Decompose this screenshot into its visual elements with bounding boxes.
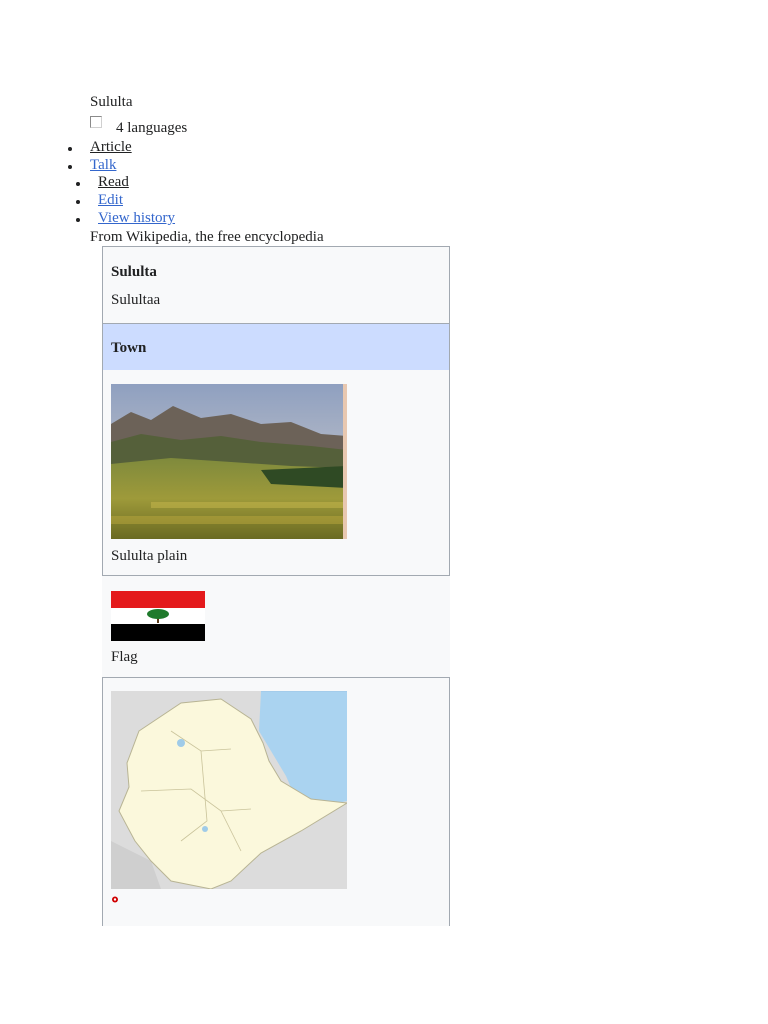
infobox-type-header: Town <box>102 323 450 371</box>
bullet <box>76 218 80 222</box>
infobox-native-name: Sulultaa <box>111 292 161 308</box>
language-checkbox[interactable] <box>90 116 102 128</box>
image-caption: Sululta plain <box>111 548 188 564</box>
landscape-photo[interactable] <box>111 384 347 539</box>
tab-view-history[interactable]: View history <box>76 210 175 227</box>
flag-image[interactable] <box>111 591 205 641</box>
tab-view-history-link[interactable]: View history <box>98 210 175 226</box>
location-map[interactable] <box>111 691 347 889</box>
infobox-title-section: Sululta Sulultaa <box>102 246 450 324</box>
tab-edit[interactable]: Edit <box>76 192 123 209</box>
language-count-label[interactable]: 4 languages <box>116 120 187 137</box>
infobox-map-section <box>102 677 450 926</box>
infobox-image-section: Sululta plain <box>102 370 450 576</box>
bullet <box>68 147 72 151</box>
bullet <box>76 182 80 186</box>
tab-read[interactable]: Read <box>76 174 129 191</box>
tab-edit-link[interactable]: Edit <box>98 192 123 208</box>
location-pin-icon <box>112 896 118 903</box>
infobox-name: Sululta <box>111 264 157 280</box>
infobox: Sululta Sulultaa Town Sululta plain Flag <box>102 246 450 926</box>
flag-caption: Flag <box>111 649 138 665</box>
tab-article-link[interactable]: Article <box>90 139 132 155</box>
tab-talk[interactable]: Talk <box>68 157 116 174</box>
tab-read-link[interactable]: Read <box>98 174 129 190</box>
bullet <box>68 165 72 169</box>
infobox-settlement-type: Town <box>111 340 147 356</box>
bullet <box>76 200 80 204</box>
infobox-flag-section: Flag <box>102 576 450 678</box>
page-title: Sululta <box>90 94 133 110</box>
tab-article[interactable]: Article <box>68 139 132 156</box>
tab-talk-link[interactable]: Talk <box>90 157 116 173</box>
site-tagline: From Wikipedia, the free encyclopedia <box>90 229 324 245</box>
